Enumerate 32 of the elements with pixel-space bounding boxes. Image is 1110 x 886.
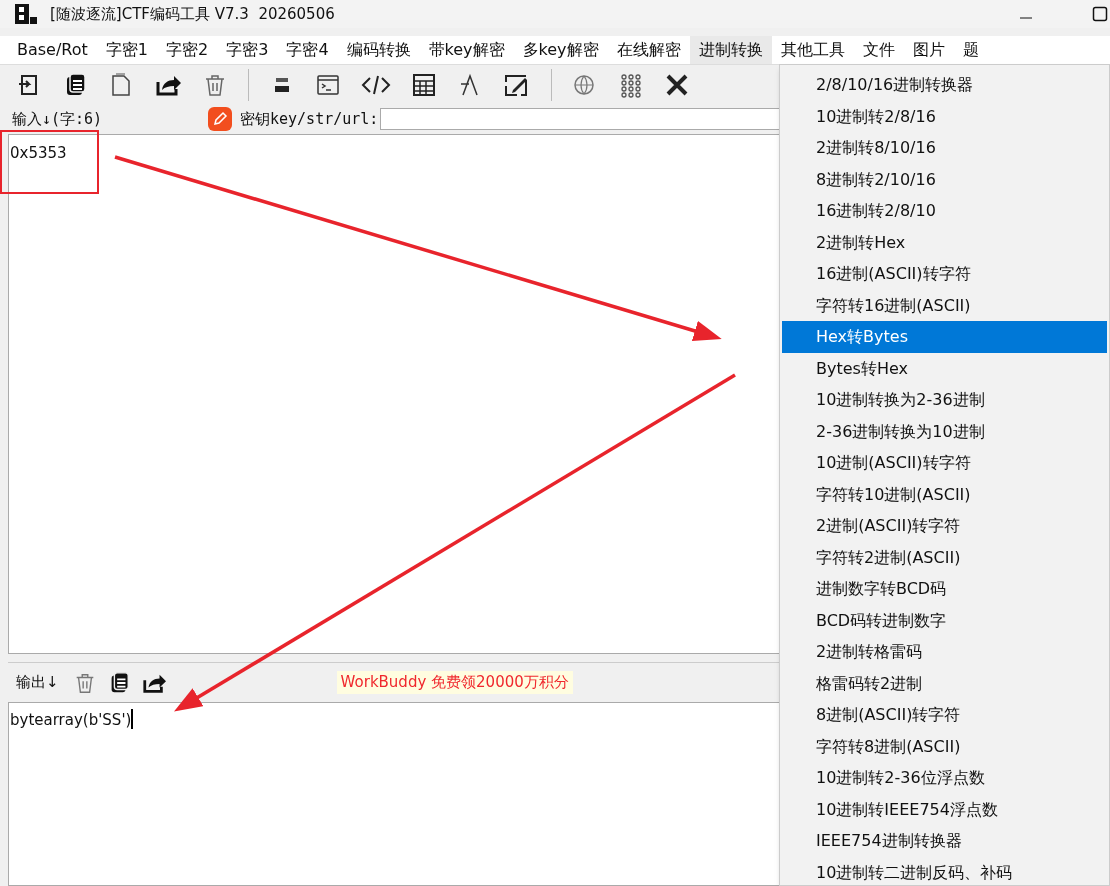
- pencil-icon[interactable]: [208, 107, 232, 131]
- menu-item[interactable]: 多key解密: [513, 36, 608, 64]
- maximize-icon[interactable]: [1092, 6, 1108, 22]
- menu-item[interactable]: 字密4: [277, 36, 338, 64]
- menu-item[interactable]: 图片: [903, 36, 954, 64]
- calculator-icon[interactable]: [411, 71, 437, 98]
- window-title: [随波逐流]CTF编码工具 V7.3 20260506: [50, 3, 335, 25]
- output-label: 输出↓: [16, 672, 59, 694]
- input-text: 0x5353: [10, 144, 67, 162]
- input-label: 输入↓(字:6): [12, 108, 104, 130]
- app-logo-icon: [14, 3, 38, 25]
- menu-item[interactable]: 字密1: [96, 36, 157, 64]
- menu-item[interactable]: 字密3: [217, 36, 278, 64]
- menu-item[interactable]: 文件: [853, 36, 904, 64]
- grid-icon[interactable]: [618, 71, 644, 98]
- menu-item[interactable]: Base/Rot: [8, 36, 97, 64]
- menu-item[interactable]: 带key解密: [419, 36, 514, 64]
- menu-item[interactable]: 题: [953, 36, 988, 64]
- menu-item[interactable]: 其他工具: [771, 36, 854, 64]
- menu-option[interactable]: 10进制转2/8/16: [782, 100, 1107, 132]
- menu-option[interactable]: Hex转Bytes: [782, 321, 1107, 353]
- menu-item[interactable]: 进制转换: [689, 36, 772, 64]
- text-cursor: [131, 709, 134, 729]
- menu-option[interactable]: 2/8/10/16进制转换器: [782, 69, 1107, 101]
- output-text: bytearray(b'SS'): [10, 710, 132, 731]
- menu-item[interactable]: 编码转换: [337, 36, 420, 64]
- promo-banner[interactable]: WorkBuddy 免费领20000万积分: [336, 671, 573, 694]
- key-label: 密钥key/str/url:: [240, 108, 379, 130]
- menu-item[interactable]: 在线解密: [607, 36, 690, 64]
- menu-item[interactable]: 字密2: [157, 36, 218, 64]
- menu-option[interactable]: 格雷码转2进制: [782, 667, 1107, 699]
- key-input-field[interactable]: [380, 108, 781, 130]
